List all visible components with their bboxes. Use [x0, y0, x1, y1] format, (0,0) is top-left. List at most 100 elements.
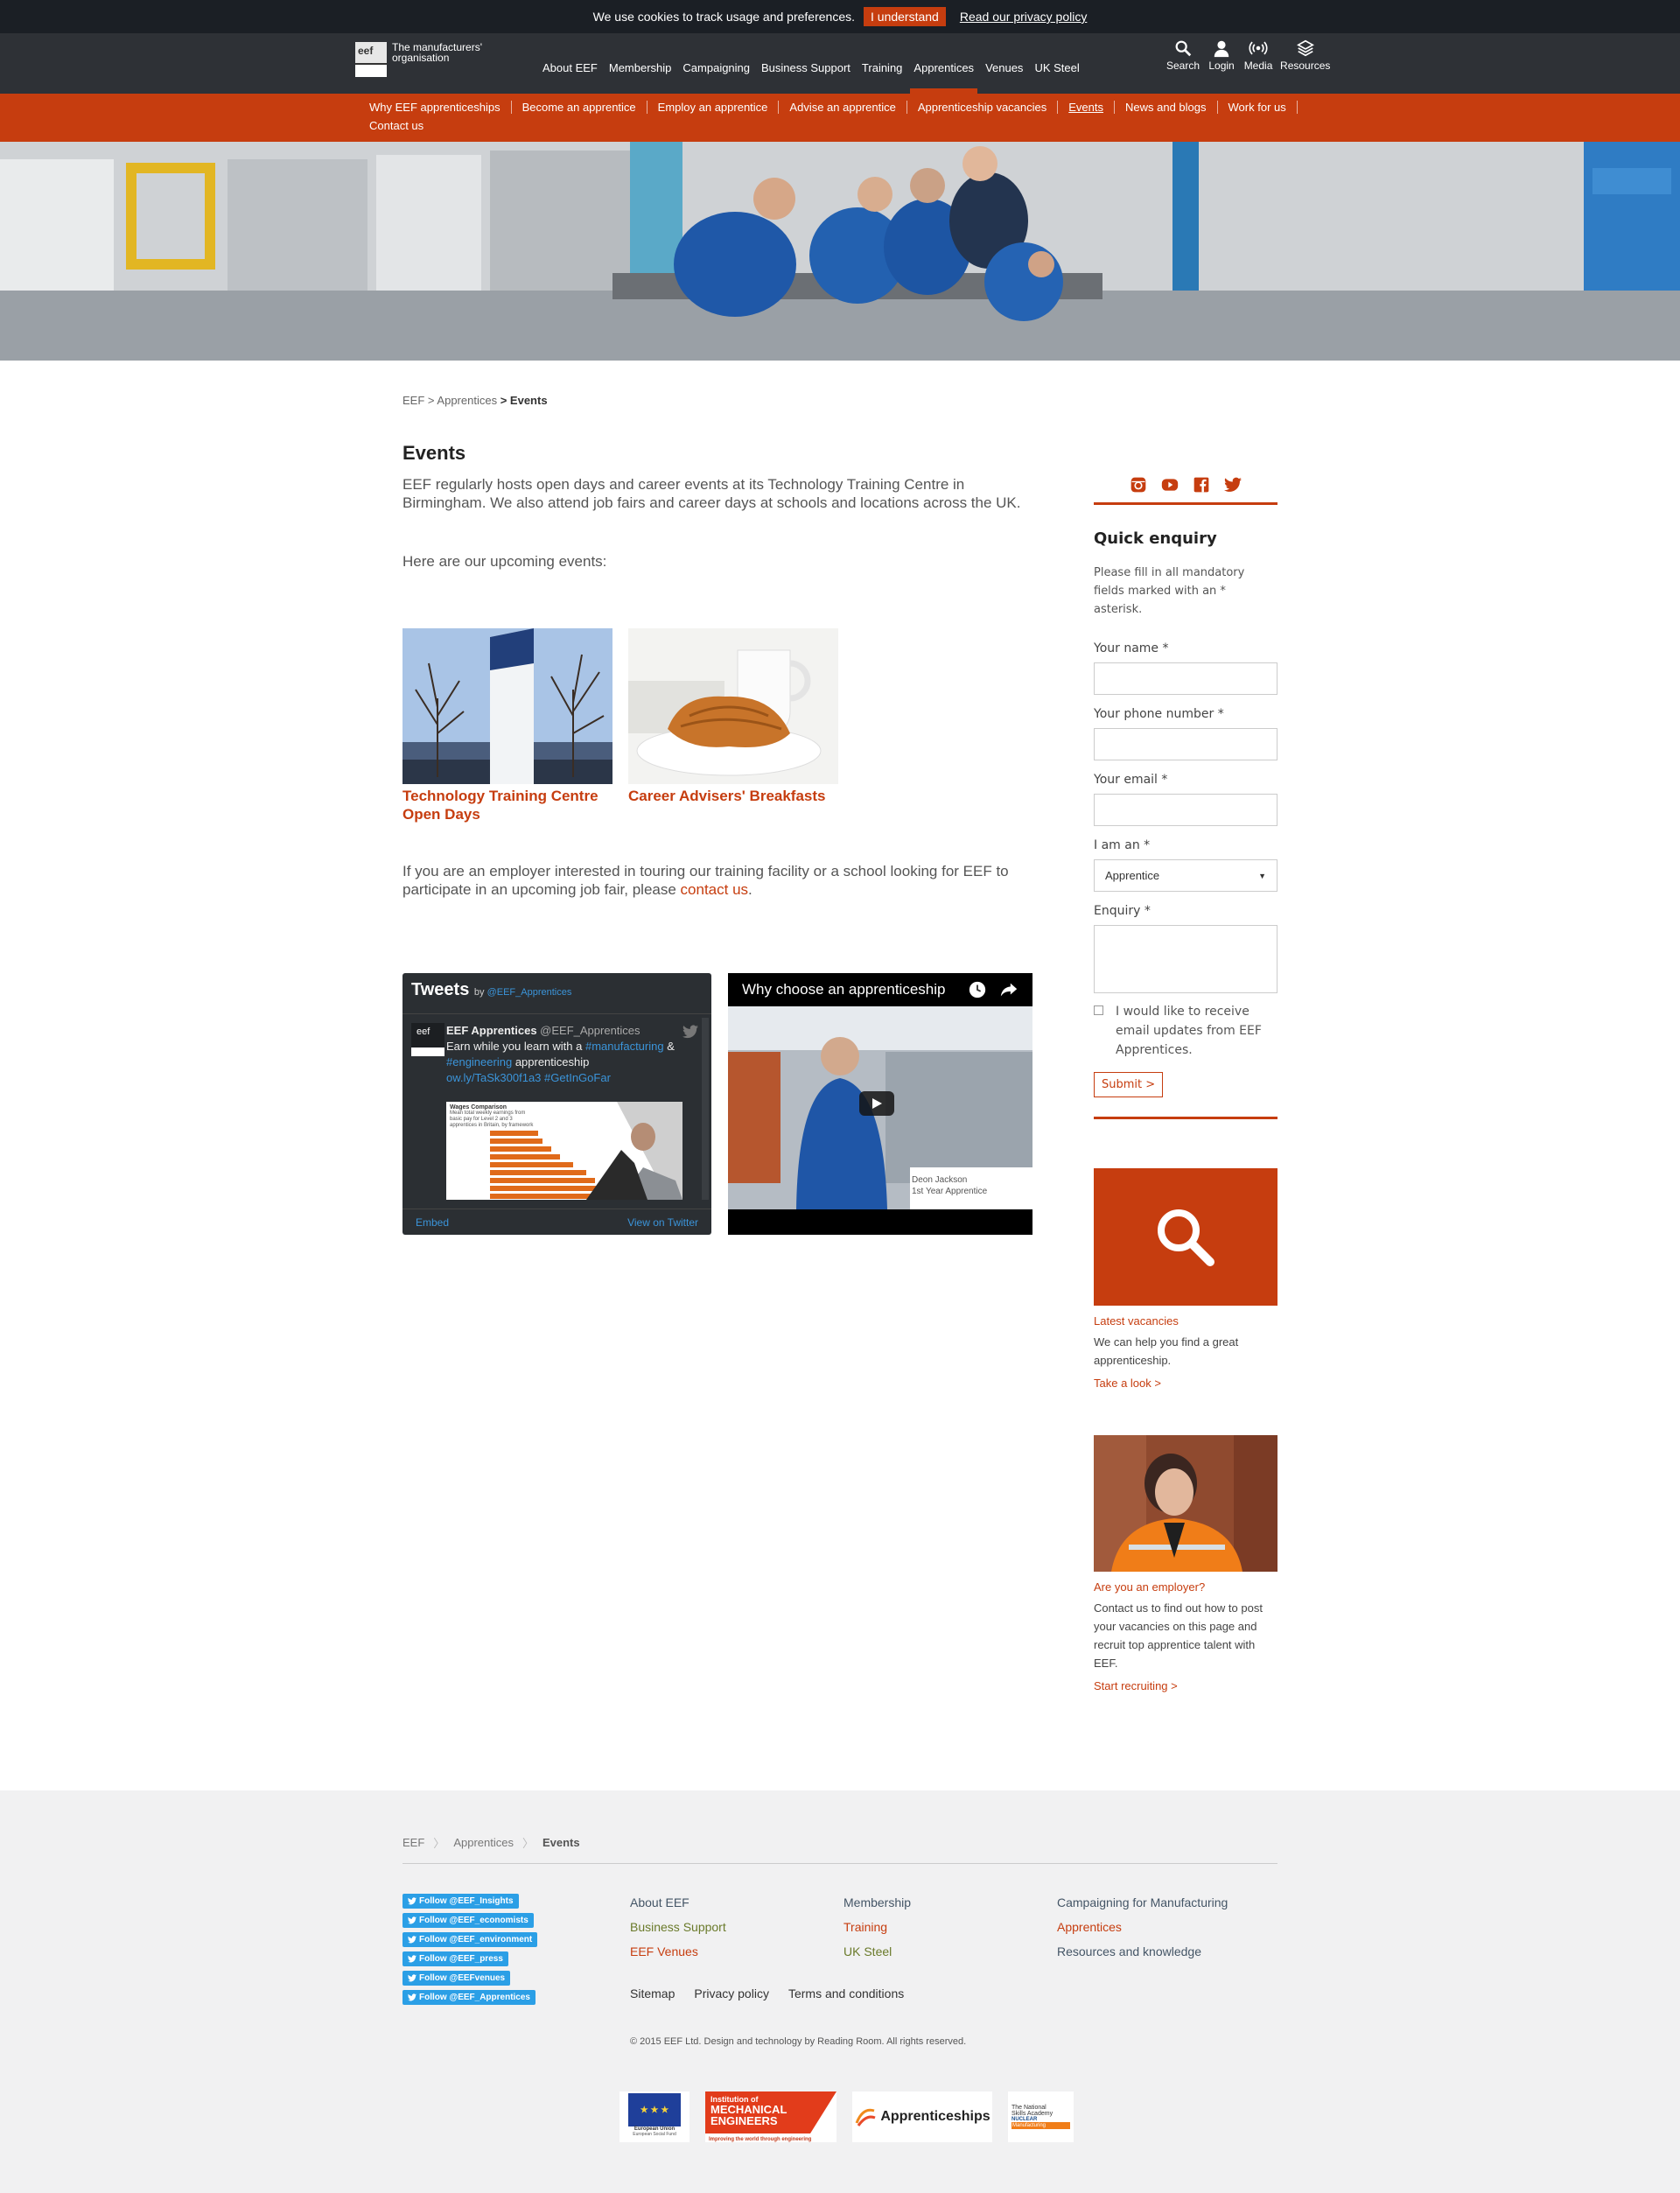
follow-button[interactable]: Follow @EEF_Insights — [402, 1894, 519, 1909]
play-icon — [872, 1098, 882, 1109]
apprentices-subnav: Why EEF apprenticeships Become an appren… — [0, 94, 1680, 142]
tweets-handle-link[interactable]: @EEF_Apprentices — [487, 987, 572, 998]
subnav-become[interactable]: Become an apprentice — [512, 101, 648, 114]
user-icon — [1214, 40, 1229, 58]
nav-campaigning[interactable]: Campaigning — [682, 61, 750, 74]
mandatory-note: Please fill in all mandatory fields mark… — [1094, 566, 1245, 616]
resources-tool[interactable]: Resources — [1280, 39, 1330, 72]
follow-button[interactable]: Follow @EEF_economists — [402, 1913, 534, 1928]
youtube-icon[interactable] — [1161, 476, 1179, 494]
enquiry-textarea[interactable] — [1094, 925, 1278, 993]
privacy-policy-link[interactable]: Read our privacy policy — [960, 10, 1088, 24]
apprenticeships-logo[interactable]: Apprenticeships — [852, 2091, 992, 2142]
nav-uk-steel[interactable]: UK Steel — [1034, 61, 1079, 74]
footer-link-business-support[interactable]: Business Support — [630, 1920, 726, 1934]
footer-crumb-apprentices[interactable]: Apprentices — [453, 1836, 514, 1849]
footer-link-resources[interactable]: Resources and knowledge — [1057, 1944, 1228, 1958]
nsa-nuclear-logo[interactable]: The National Skills Academy NUCLEAR Manu… — [1008, 2091, 1074, 2142]
footer-crumb-eef[interactable]: EEF — [402, 1836, 424, 1849]
subnav-advise[interactable]: Advise an apprentice — [779, 101, 907, 114]
footer-link-membership[interactable]: Membership — [844, 1895, 911, 1909]
footer-link-apprentices[interactable]: Apprentices — [1057, 1920, 1228, 1934]
footer-link-uk-steel[interactable]: UK Steel — [844, 1944, 911, 1958]
imeche-logo[interactable]: Institution of MECHANICAL ENGINEERS Impr… — [705, 2091, 836, 2142]
latest-vacancies-link[interactable]: Latest vacancies — [1094, 1314, 1278, 1328]
chevron-right-icon: 〉 — [522, 1837, 534, 1850]
view-on-twitter-link[interactable]: View on Twitter — [627, 1216, 698, 1229]
event-title[interactable]: Technology Training Centre Open Days — [402, 787, 612, 823]
twitter-icon[interactable] — [1224, 476, 1242, 494]
embed-link[interactable]: Embed — [416, 1216, 449, 1229]
eef-logo[interactable]: eef The manufacturers' organisation — [355, 42, 488, 77]
employer-link[interactable]: Are you an employer? — [1094, 1580, 1278, 1594]
social-links — [1094, 476, 1278, 505]
scrollbar[interactable] — [702, 1018, 709, 1200]
submit-button[interactable]: Submit > — [1094, 1072, 1164, 1097]
nav-apprentices[interactable]: Apprentices — [910, 61, 977, 94]
subnav-employ[interactable]: Employ an apprentice — [648, 101, 780, 114]
video-title[interactable]: Why choose an apprenticeship — [742, 981, 945, 998]
breadcrumb: EEF > Apprentices > Events — [402, 394, 548, 407]
play-button[interactable] — [859, 1091, 894, 1116]
follow-button[interactable]: Follow @EEF_environment — [402, 1932, 538, 1947]
nav-about[interactable]: About EEF — [542, 61, 598, 74]
nav-membership[interactable]: Membership — [609, 61, 672, 74]
twitter-timeline: Tweets by @EEF_Apprentices eef EEF Appre… — [402, 973, 711, 1235]
phone-label: Your phone number * — [1094, 707, 1224, 721]
event-card-breakfasts[interactable]: Career Advisers' Breakfasts — [628, 628, 838, 805]
nav-business-support[interactable]: Business Support — [761, 61, 850, 74]
footer-link-about[interactable]: About EEF — [630, 1895, 726, 1909]
facebook-icon[interactable] — [1193, 476, 1210, 494]
media-tool[interactable]: Media — [1243, 39, 1273, 72]
terms-link[interactable]: Terms and conditions — [788, 1986, 904, 2000]
optin-checkbox[interactable] — [1094, 1005, 1103, 1015]
subnav-news[interactable]: News and blogs — [1115, 101, 1218, 114]
croissant-image — [628, 628, 838, 784]
footer-breadcrumb: EEF 〉 Apprentices 〉 Events — [402, 1834, 1278, 1864]
event-card-open-days[interactable]: Technology Training Centre Open Days — [402, 628, 612, 823]
footer-link-training[interactable]: Training — [844, 1920, 911, 1934]
subnav-work[interactable]: Work for us — [1218, 101, 1298, 114]
footer-link-venues[interactable]: EEF Venues — [630, 1944, 726, 1958]
nav-training[interactable]: Training — [862, 61, 902, 74]
vacancies-search-tile[interactable] — [1094, 1168, 1278, 1306]
sitemap-link[interactable]: Sitemap — [630, 1986, 675, 2000]
instagram-icon[interactable] — [1130, 476, 1147, 494]
breadcrumb-apprentices[interactable]: Apprentices — [437, 394, 497, 407]
search-tool[interactable]: Search — [1166, 39, 1200, 72]
cookie-bar: We use cookies to track usage and prefer… — [0, 0, 1680, 33]
subnav-why[interactable]: Why EEF apprenticeships — [369, 101, 512, 114]
phone-input[interactable] — [1094, 728, 1278, 760]
youtube-video[interactable]: Why choose an apprenticeship Deon Jackso… — [728, 973, 1032, 1235]
tweet-author[interactable]: EEF Apprentices — [446, 1024, 537, 1037]
nav-venues[interactable]: Venues — [985, 61, 1023, 74]
main-menu: About EEF Membership Campaigning Busines… — [542, 61, 1080, 94]
follow-button[interactable]: Follow @EEFvenues — [402, 1971, 511, 1986]
follow-button[interactable]: Follow @EEF_press — [402, 1951, 508, 1966]
share-icon[interactable] — [999, 980, 1018, 999]
contact-us-link[interactable]: contact us — [681, 881, 749, 898]
copyright: © 2015 EEF Ltd. Design and technology by… — [630, 2036, 967, 2047]
eu-logo[interactable]: ★ ★ ★ European Union European Social Fun… — [620, 2091, 690, 2142]
name-input[interactable] — [1094, 662, 1278, 695]
cookie-accept-button[interactable]: I understand — [864, 7, 946, 26]
iam-select[interactable]: Apprentice ▼ — [1094, 859, 1278, 892]
subnav-contact[interactable]: Contact us — [369, 119, 434, 132]
avatar: eef — [411, 1023, 444, 1056]
subnav-vacancies[interactable]: Apprenticeship vacancies — [907, 101, 1059, 114]
subnav-events[interactable]: Events — [1058, 101, 1116, 114]
start-recruiting-link[interactable]: Start recruiting > — [1094, 1679, 1278, 1692]
utility-tools: Search Login Media Resources — [1166, 39, 1330, 72]
breadcrumb-eef[interactable]: EEF — [402, 394, 424, 407]
logo-tagline: The manufacturers' organisation — [392, 41, 483, 64]
top-navigation: eef The manufacturers' organisation Abou… — [0, 33, 1680, 94]
event-title[interactable]: Career Advisers' Breakfasts — [628, 787, 838, 805]
follow-button[interactable]: Follow @EEF_Apprentices — [402, 1990, 536, 2005]
login-tool[interactable]: Login — [1207, 39, 1236, 72]
email-input[interactable] — [1094, 794, 1278, 826]
footer-link-campaigning[interactable]: Campaigning for Manufacturing — [1057, 1895, 1228, 1909]
tweets-title: Tweets — [411, 980, 470, 999]
take-a-look-link[interactable]: Take a look > — [1094, 1377, 1278, 1390]
clock-icon[interactable] — [968, 980, 987, 999]
privacy-link[interactable]: Privacy policy — [694, 1986, 769, 2000]
